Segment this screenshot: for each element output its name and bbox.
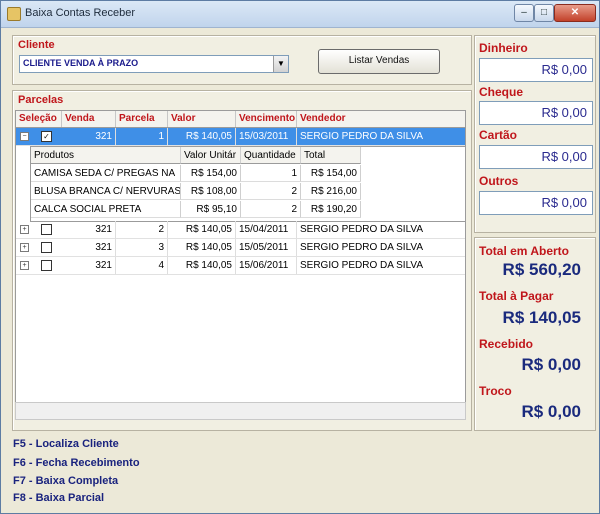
cell-venda: 321 [62,257,116,274]
produto-nome: BLUSA BRANCA C/ NERVURAS [31,183,181,200]
cliente-select-value: CLIENTE VENDA À PRAZO [23,58,139,68]
produto-qtd: 2 [241,183,301,200]
produto-qtd: 2 [241,201,301,218]
col-venda[interactable]: Venda [62,111,116,127]
cell-vencimento: 15/06/2011 [236,257,297,274]
sub-col-produtos[interactable]: Produtos [31,147,181,164]
recebido-label: Recebido [479,337,534,351]
app-icon [7,7,21,21]
cell-valor: R$ 140,05 [168,221,236,238]
cell-vencimento: 15/05/2011 [236,239,297,256]
produto-valor: R$ 154,00 [181,165,241,182]
cell-vendedor: SERGIO PEDRO DA SILVA [300,260,423,271]
total-aberto-value: R$ 560,20 [502,260,581,279]
grid-header: Seleção Venda Parcela Valor Vencimento V… [16,111,465,128]
cell-vendedor: SERGIO PEDRO DA SILVA [300,224,423,235]
row-checkbox[interactable]: ✓ [41,131,52,142]
total-aberto-label: Total em Aberto [479,244,570,258]
produto-nome: CALCA SOCIAL PRETA [31,201,181,218]
expand-icon[interactable]: + [20,225,29,234]
chevron-down-icon[interactable]: ▼ [273,56,288,72]
cell-parcela: 1 [116,128,168,145]
parcelas-label: Parcelas [18,94,64,106]
col-selecao[interactable]: Seleção [16,111,62,127]
shortcut-f8: F8 - Baixa Parcial [13,492,105,504]
troco-label: Troco [479,384,512,398]
produtos-subgrid: Produtos Valor Unitár Quantidade Total C… [30,146,465,222]
cell-parcela: 2 [116,221,168,238]
produto-total: R$ 154,00 [301,165,361,182]
col-vendedor[interactable]: Vendedor [297,111,465,127]
col-valor[interactable]: Valor [168,111,236,127]
row-checkbox[interactable] [41,224,52,235]
sub-col-quantidade[interactable]: Quantidade [241,147,301,164]
dinheiro-value: R$ 0,00 [541,62,587,77]
dinheiro-label: Dinheiro [479,41,528,55]
horizontal-scrollbar[interactable] [15,402,466,420]
cartao-label: Cartão [479,128,518,142]
dinheiro-input[interactable]: R$ 0,00 [479,58,593,82]
row-checkbox[interactable] [41,242,52,253]
cell-valor: R$ 140,05 [168,257,236,274]
cell-vencimento: 15/03/2011 [236,128,297,145]
cell-venda: 321 [62,221,116,238]
troco-value: R$ 0,00 [521,402,581,421]
produto-qtd: 1 [241,165,301,182]
total-pagar-label: Total à Pagar [479,289,554,303]
cell-vendedor: SERGIO PEDRO DA SILVA [300,131,423,142]
app-window: Baixa Contas Receber – □ ✕ Cliente CLIEN… [0,0,600,514]
maximize-button[interactable]: □ [534,4,554,22]
cartao-input[interactable]: R$ 0,00 [479,145,593,169]
row-checkbox[interactable] [41,260,52,271]
expand-icon[interactable]: + [20,243,29,252]
cartao-value: R$ 0,00 [541,149,587,164]
cell-valor: R$ 140,05 [168,239,236,256]
window-title: Baixa Contas Receber [25,7,136,19]
shortcut-f7: F7 - Baixa Completa [13,475,119,487]
sub-col-total[interactable]: Total [301,147,361,164]
cheque-input[interactable]: R$ 0,00 [479,101,593,125]
table-row[interactable]: + 321 3 R$ 140,05 15/05/2011 SERGIO PEDR… [16,239,465,257]
cell-parcela: 4 [116,257,168,274]
cliente-label: Cliente [18,39,55,51]
recebido-value: R$ 0,00 [521,355,581,374]
outros-label: Outros [479,174,519,188]
cell-valor: R$ 140,05 [168,128,236,145]
cell-venda: 321 [62,239,116,256]
cheque-label: Cheque [479,85,524,99]
produto-total: R$ 190,20 [301,201,361,218]
collapse-icon[interactable]: − [20,132,29,141]
col-parcela[interactable]: Parcela [116,111,168,127]
table-row[interactable]: − ✓ 321 1 R$ 140,05 15/03/2011 SERGIO PE… [16,128,465,146]
cell-vendedor: SERGIO PEDRO DA SILVA [300,242,423,253]
produto-valor: R$ 95,10 [181,201,241,218]
cell-vencimento: 15/04/2011 [236,221,297,238]
sub-col-valor-unitario[interactable]: Valor Unitár [181,147,241,164]
cell-venda: 321 [62,128,116,145]
outros-input[interactable]: R$ 0,00 [479,191,593,215]
outros-value: R$ 0,00 [541,195,587,210]
produto-total: R$ 216,00 [301,183,361,200]
shortcut-f6: F6 - Fecha Recebimento [13,457,140,469]
cheque-value: R$ 0,00 [541,105,587,120]
title-bar[interactable]: Baixa Contas Receber – □ ✕ [1,1,599,28]
cliente-select[interactable]: CLIENTE VENDA À PRAZO ▼ [19,55,289,73]
total-pagar-value: R$ 140,05 [502,308,581,327]
minimize-button[interactable]: – [514,4,534,22]
expand-icon[interactable]: + [20,261,29,270]
produto-nome: CAMISA SEDA C/ PREGAS NA [31,165,181,182]
parcelas-grid: Seleção Venda Parcela Valor Vencimento V… [15,110,466,404]
col-vencimento[interactable]: Vencimento [236,111,297,127]
shortcut-f5: F5 - Localiza Cliente [13,438,119,450]
table-row[interactable]: + 321 4 R$ 140,05 15/06/2011 SERGIO PEDR… [16,257,465,275]
produto-valor: R$ 108,00 [181,183,241,200]
listar-vendas-button[interactable]: Listar Vendas [318,49,440,74]
cell-parcela: 3 [116,239,168,256]
table-row[interactable]: + 321 2 R$ 140,05 15/04/2011 SERGIO PEDR… [16,221,465,239]
close-button[interactable]: ✕ [554,4,596,22]
